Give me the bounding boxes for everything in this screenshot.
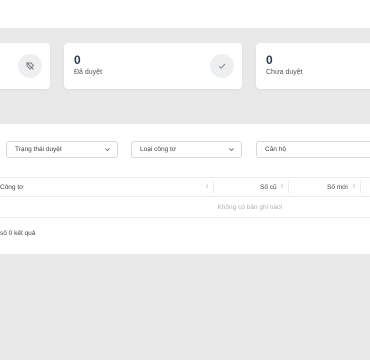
table-header: Công tơ ⇕ Số cũ ⇕ Số mới ⇕: [0, 177, 370, 197]
empty-state: Không có bản ghi nào!: [0, 198, 370, 218]
stat-card-approved: 0 Đã duyệt: [64, 43, 242, 89]
approval-status-select[interactable]: Trạng thái duyệt: [6, 141, 118, 158]
chevron-down-icon: [228, 146, 235, 155]
approved-label: Đã duyệt: [74, 69, 103, 76]
apartment-placeholder: Căn hộ: [265, 146, 286, 153]
column-divider: [288, 181, 289, 193]
column-new-reading[interactable]: Số mới: [327, 178, 348, 196]
column-divider: [360, 181, 361, 193]
pending-label: Chưa duyệt: [266, 69, 303, 76]
stat-card-partial: [0, 43, 50, 89]
check-icon: [210, 54, 234, 78]
column-meter[interactable]: Công tơ: [0, 178, 23, 196]
meter-type-placeholder: Loại công tơ: [140, 146, 177, 153]
chevron-down-icon: [104, 146, 111, 155]
approval-status-placeholder: Trạng thái duyệt: [15, 146, 62, 153]
sort-icon[interactable]: ⇕: [352, 184, 356, 190]
meter-type-select[interactable]: Loại công tơ: [131, 141, 242, 158]
result-count: số 0 kết quả: [0, 230, 36, 237]
top-bar: [0, 0, 370, 28]
pending-count: 0: [266, 53, 273, 67]
apartment-input[interactable]: Căn hộ: [256, 141, 370, 158]
tag-off-icon: [18, 54, 42, 78]
sort-icon[interactable]: ⇕: [205, 184, 209, 190]
column-old-reading[interactable]: Số cũ: [260, 178, 277, 196]
approved-count: 0: [74, 53, 81, 67]
stat-card-pending: 0 Chưa duyệt: [256, 43, 370, 89]
column-divider: [213, 181, 214, 193]
sort-icon[interactable]: ⇕: [280, 184, 284, 190]
